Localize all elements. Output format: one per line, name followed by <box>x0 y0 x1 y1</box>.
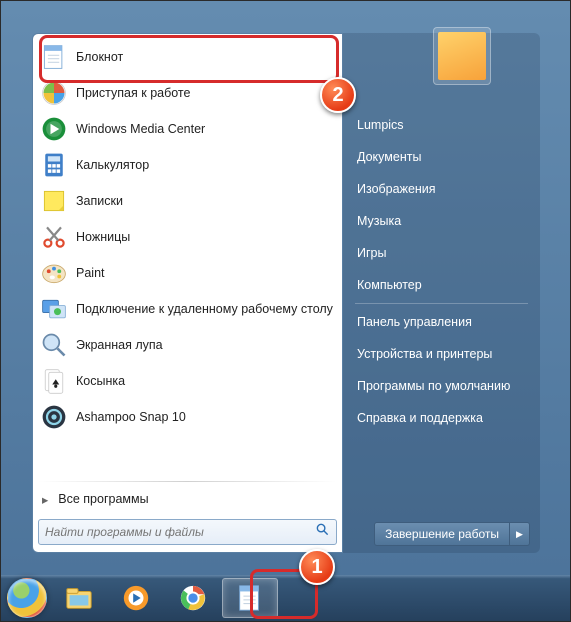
right-item-help[interactable]: Справка и поддержка <box>343 402 540 434</box>
taskbar-item-wmp[interactable] <box>108 578 164 618</box>
separator <box>38 481 337 482</box>
start-menu-right-pane: Lumpics Документы Изображения Музыка Игр… <box>343 33 540 553</box>
right-item-games[interactable]: Игры <box>343 237 540 269</box>
annotation-callout: 2 <box>320 77 356 113</box>
right-item-computer[interactable]: Компьютер <box>343 269 540 301</box>
right-item-pictures[interactable]: Изображения <box>343 173 540 205</box>
search-input[interactable] <box>45 525 315 539</box>
magnifier-icon <box>40 331 68 359</box>
search-box[interactable] <box>38 519 337 545</box>
program-label: Ashampoo Snap 10 <box>76 410 186 424</box>
user-avatar-frame[interactable] <box>433 27 491 85</box>
arrow-right-icon: ▸ <box>42 492 48 507</box>
program-item-magnifier[interactable]: Экранная лупа <box>36 327 339 363</box>
program-item-solitaire[interactable]: Косынка <box>36 363 339 399</box>
all-programs-label: Все программы <box>58 492 148 506</box>
program-item-ashampoo[interactable]: Ashampoo Snap 10 <box>36 399 339 435</box>
wmc-icon <box>40 115 68 143</box>
wmp-icon <box>121 583 151 613</box>
windows-orb-icon <box>7 578 47 618</box>
program-list: Блокнот Приступая к работе Windows Media… <box>36 39 339 480</box>
rdp-icon <box>40 295 68 323</box>
solitaire-icon <box>40 367 68 395</box>
start-menu: Блокнот Приступая к работе Windows Media… <box>32 33 540 553</box>
program-item-snip[interactable]: Ножницы <box>36 219 339 255</box>
program-item-paint[interactable]: Paint <box>36 255 339 291</box>
all-programs[interactable]: ▸ Все программы <box>36 483 339 515</box>
program-item-wmc[interactable]: Windows Media Center <box>36 111 339 147</box>
scissors-icon <box>40 223 68 251</box>
ashampoo-icon <box>40 403 68 431</box>
paint-icon <box>40 259 68 287</box>
annotation-callout: 1 <box>299 549 335 585</box>
right-item-control-panel[interactable]: Панель управления <box>343 306 540 338</box>
separator <box>355 303 528 304</box>
user-avatar <box>438 32 486 80</box>
notepad-icon <box>235 583 265 613</box>
explorer-icon <box>64 583 94 613</box>
program-label: Windows Media Center <box>76 122 205 136</box>
start-menu-left-pane: Блокнот Приступая к работе Windows Media… <box>32 33 343 553</box>
shutdown-options-button[interactable]: ▶ <box>510 522 530 546</box>
taskbar-item-explorer[interactable] <box>51 578 107 618</box>
program-item-calc[interactable]: Калькулятор <box>36 147 339 183</box>
chrome-icon <box>178 583 208 613</box>
program-label: Подключение к удаленному рабочему столу <box>76 302 333 316</box>
taskbar-item-chrome[interactable] <box>165 578 221 618</box>
taskbar-item-notepad[interactable] <box>222 578 278 618</box>
program-item-notepad[interactable]: Блокнот <box>36 39 339 75</box>
program-label: Записки <box>76 194 123 208</box>
program-item-notes[interactable]: Записки <box>36 183 339 219</box>
start-button[interactable] <box>4 575 50 621</box>
chevron-right-icon: ▶ <box>516 529 523 540</box>
search-icon <box>315 522 330 542</box>
right-item-music[interactable]: Музыка <box>343 205 540 237</box>
program-label: Блокнот <box>76 50 123 64</box>
program-label: Экранная лупа <box>76 338 163 352</box>
calculator-icon <box>40 151 68 179</box>
right-item-devices[interactable]: Устройства и принтеры <box>343 338 540 370</box>
taskbar <box>1 575 570 621</box>
program-item-getting-started[interactable]: Приступая к работе <box>36 75 339 111</box>
program-item-rdp[interactable]: Подключение к удаленному рабочему столу <box>36 291 339 327</box>
program-label: Косынка <box>76 374 125 388</box>
user-name-item[interactable]: Lumpics <box>343 109 540 141</box>
program-label: Калькулятор <box>76 158 149 172</box>
getting-started-icon <box>40 79 68 107</box>
program-label: Paint <box>76 266 105 280</box>
notepad-icon <box>40 43 68 71</box>
sticky-notes-icon <box>40 187 68 215</box>
program-label: Ножницы <box>76 230 130 244</box>
right-item-documents[interactable]: Документы <box>343 141 540 173</box>
program-label: Приступая к работе <box>76 86 190 100</box>
right-item-default-programs[interactable]: Программы по умолчанию <box>343 370 540 402</box>
shutdown-button[interactable]: Завершение работы <box>374 522 510 546</box>
